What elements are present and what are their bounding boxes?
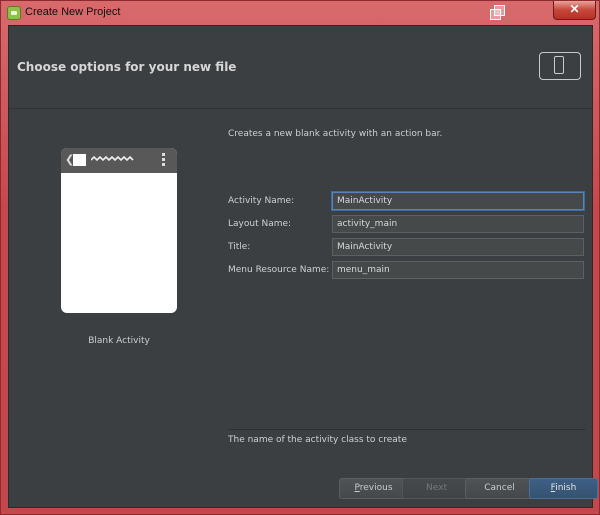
title-squiggle-icon [91,155,134,162]
window-title: Create New Project [25,6,121,18]
menu-resource-name-field[interactable] [332,261,584,279]
close-icon: ✕ [569,2,580,16]
android-studio-icon [7,6,21,20]
template-label: Blank Activity [88,336,150,346]
cancel-button[interactable]: Cancel [465,478,534,499]
help-text: The name of the activity class to create [228,435,407,445]
window-switch-icon [490,5,505,20]
title-field[interactable] [332,238,584,256]
dialog-content: Choose options for your new file ❮ Blank… [8,25,598,508]
finish-button[interactable]: Finish [529,478,598,499]
dialog-header: Choose options for your new file [9,26,592,106]
preview-action-bar: ❮ [61,148,177,173]
app-icon-placeholder [73,154,86,166]
menu-resource-name-label: Menu Resource Name: [228,265,330,275]
next-label: Next [426,483,447,493]
layout-name-label: Layout Name: [228,219,292,229]
header-divider [9,108,592,109]
title-label: Title: [228,242,251,252]
previous-label: revious [359,483,393,493]
overflow-menu-icon [162,153,165,166]
finish-label: inish [555,483,577,493]
next-button[interactable]: Next [402,478,471,499]
window-frame: Create New Project ✕ Choose options for … [0,0,600,515]
activity-name-field[interactable] [332,192,584,210]
cancel-label: Cancel [484,483,515,493]
template-description: Creates a new blank activity with an act… [228,129,443,139]
activity-name-label: Activity Name: [228,196,295,206]
previous-button[interactable]: Previous [339,478,408,499]
activity-preview: ❮ [61,148,177,313]
title-bar: Create New Project ✕ [1,1,600,25]
help-divider [228,429,585,430]
device-icon [539,52,581,80]
layout-name-field[interactable] [332,215,584,233]
close-button[interactable]: ✕ [553,1,596,20]
page-title: Choose options for your new file [17,60,237,74]
